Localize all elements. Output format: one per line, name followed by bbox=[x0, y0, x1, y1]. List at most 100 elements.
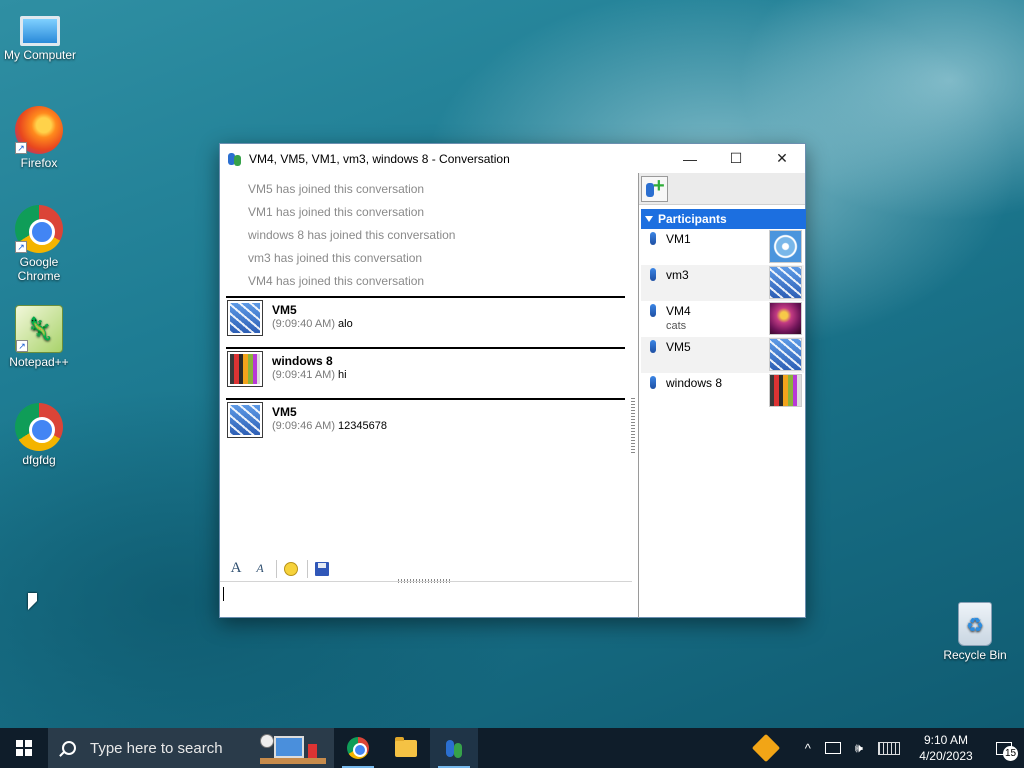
participant-name: vm3 bbox=[666, 268, 689, 282]
message-time: (9:09:41 AM) bbox=[272, 369, 335, 381]
window-title: VM4, VM5, VM1, vm3, windows 8 - Conversa… bbox=[249, 151, 510, 166]
desktop-icon-label: dfgfdg bbox=[22, 453, 56, 467]
font-style-button[interactable]: A bbox=[249, 558, 271, 580]
desktop-icon-label: Notepad++ bbox=[9, 355, 69, 369]
participant-vm5[interactable]: VM5 bbox=[641, 337, 804, 373]
message-text: alo bbox=[338, 318, 353, 330]
start-button[interactable] bbox=[0, 728, 48, 768]
clock-date: 4/20/2023 bbox=[919, 749, 973, 763]
clock[interactable]: 9:10 AM 4/20/2023 bbox=[908, 732, 984, 764]
message-text: hi bbox=[338, 369, 347, 381]
clock-time: 9:10 AM bbox=[923, 733, 969, 747]
avatar bbox=[769, 338, 802, 371]
taskbar-search[interactable]: Type here to search bbox=[48, 728, 334, 768]
chat-message: VM5 (9:09:40 AM) alo bbox=[226, 296, 625, 338]
avatar bbox=[769, 266, 802, 299]
avatar bbox=[769, 374, 802, 407]
system-message: VM4 has joined this conversation bbox=[248, 274, 425, 288]
shortcut-arrow-icon: ↗ bbox=[16, 340, 28, 352]
avatar bbox=[227, 402, 263, 438]
participants-header[interactable]: Participants bbox=[641, 209, 806, 229]
shortcut-arrow-icon: ↗ bbox=[15, 241, 27, 253]
taskbar-file-explorer[interactable] bbox=[382, 728, 430, 768]
participant-vm1[interactable]: VM1 bbox=[641, 229, 804, 265]
maximize-button[interactable]: ☐ bbox=[713, 144, 759, 173]
conversation-window: VM4, VM5, VM1, vm3, windows 8 - Conversa… bbox=[219, 143, 806, 618]
message-input[interactable] bbox=[220, 583, 632, 617]
participant-status: cats bbox=[666, 320, 687, 332]
desktop-icon-recycle-bin[interactable]: Recycle Bin bbox=[935, 602, 1015, 662]
person-icon bbox=[650, 304, 656, 317]
conversation-history[interactable]: VM5 has joined this conversation VM1 has… bbox=[220, 173, 636, 583]
desktop-icon-notepad-plus-plus[interactable]: ↗ Notepad++ bbox=[0, 305, 79, 369]
system-message: windows 8 has joined this conversation bbox=[248, 228, 456, 242]
messenger-app-icon bbox=[228, 151, 242, 167]
shortcut-arrow-icon: ↗ bbox=[15, 142, 27, 154]
message-time: (9:09:46 AM) bbox=[272, 420, 335, 432]
warning-icon[interactable] bbox=[751, 733, 780, 763]
save-icon bbox=[315, 561, 329, 576]
chat-message: windows 8 (9:09:41 AM) hi bbox=[226, 347, 625, 389]
system-message: vm3 has joined this conversation bbox=[248, 251, 423, 265]
keyboard-icon[interactable] bbox=[878, 741, 900, 755]
chrome-icon bbox=[347, 737, 369, 759]
action-center-button[interactable]: 15 bbox=[984, 728, 1024, 768]
taskbar-messenger[interactable] bbox=[430, 728, 478, 768]
system-tray: ^ 🕪 9:10 AM 4/20/2023 15 bbox=[751, 728, 1024, 768]
chrome-icon bbox=[15, 403, 63, 451]
desktop-icon-google-chrome[interactable]: ↗ Google Chrome bbox=[0, 205, 79, 283]
text-caret bbox=[223, 587, 224, 601]
desktop-icon-firefox[interactable]: ↗ Firefox bbox=[0, 106, 79, 170]
toolbar-separator bbox=[307, 559, 308, 578]
taskbar-chrome[interactable] bbox=[334, 728, 382, 768]
mouse-cursor-icon bbox=[28, 593, 37, 610]
minimize-button[interactable]: — bbox=[667, 144, 713, 173]
desktop-icon-label: Google Chrome bbox=[17, 255, 61, 283]
message-time: (9:09:40 AM) bbox=[272, 318, 335, 330]
desktop-icon-label: Recycle Bin bbox=[943, 648, 1007, 662]
volume-icon[interactable]: 🕪 bbox=[855, 740, 863, 756]
message-sender: windows 8 bbox=[272, 354, 333, 368]
desktop-icon-my-computer[interactable]: My Computer bbox=[0, 8, 80, 62]
desktop-icon-label: Firefox bbox=[20, 156, 58, 170]
message-sender: VM5 bbox=[272, 303, 297, 317]
vertical-splitter[interactable] bbox=[631, 398, 635, 454]
collapse-triangle-icon bbox=[645, 216, 653, 222]
search-icon bbox=[62, 741, 76, 755]
recycle-bin-icon bbox=[958, 602, 992, 646]
emoticon-button[interactable] bbox=[280, 558, 302, 580]
avatar bbox=[769, 302, 802, 335]
avatar bbox=[227, 300, 263, 336]
taskbar: Type here to search ^ 🕪 9:10 AM 4/20/202… bbox=[0, 728, 1024, 768]
system-message: VM1 has joined this conversation bbox=[248, 205, 425, 219]
avatar bbox=[227, 351, 263, 387]
person-icon bbox=[650, 340, 656, 353]
participant-name: VM5 bbox=[666, 340, 691, 354]
message-sender: VM5 bbox=[272, 405, 297, 419]
participant-name: VM1 bbox=[666, 232, 691, 246]
system-message: VM5 has joined this conversation bbox=[248, 182, 425, 196]
participants-toolbar bbox=[639, 173, 805, 205]
notepad-plus-plus-icon: ↗ bbox=[15, 305, 63, 353]
save-button[interactable] bbox=[311, 558, 333, 580]
title-bar[interactable]: VM4, VM5, VM1, vm3, windows 8 - Conversa… bbox=[220, 144, 805, 173]
participant-vm4[interactable]: VM4 cats bbox=[641, 301, 804, 337]
close-button[interactable]: ✕ bbox=[759, 144, 805, 173]
messenger-icon bbox=[443, 737, 465, 759]
avatar bbox=[769, 230, 802, 263]
participant-windows-8[interactable]: windows 8 bbox=[641, 373, 804, 409]
desktop-icon-dfgfdg[interactable]: dfgfdg bbox=[0, 403, 79, 467]
participants-panel: Participants VM1 vm3 VM4 cats VM5 bbox=[638, 173, 806, 618]
desktop-icon-label: My Computer bbox=[3, 48, 77, 62]
show-hidden-icons-chevron-icon[interactable]: ^ bbox=[805, 741, 811, 756]
participant-vm3[interactable]: vm3 bbox=[641, 265, 804, 301]
folder-icon bbox=[395, 736, 417, 757]
format-toolbar: A A bbox=[220, 556, 632, 582]
font-button[interactable]: A bbox=[225, 558, 247, 580]
message-text: 12345678 bbox=[338, 420, 387, 432]
add-participant-button[interactable] bbox=[641, 175, 668, 202]
chrome-icon: ↗ bbox=[15, 205, 63, 253]
network-icon[interactable] bbox=[824, 742, 841, 754]
person-icon bbox=[650, 376, 656, 389]
chat-message: VM5 (9:09:46 AM) 12345678 bbox=[226, 398, 625, 440]
